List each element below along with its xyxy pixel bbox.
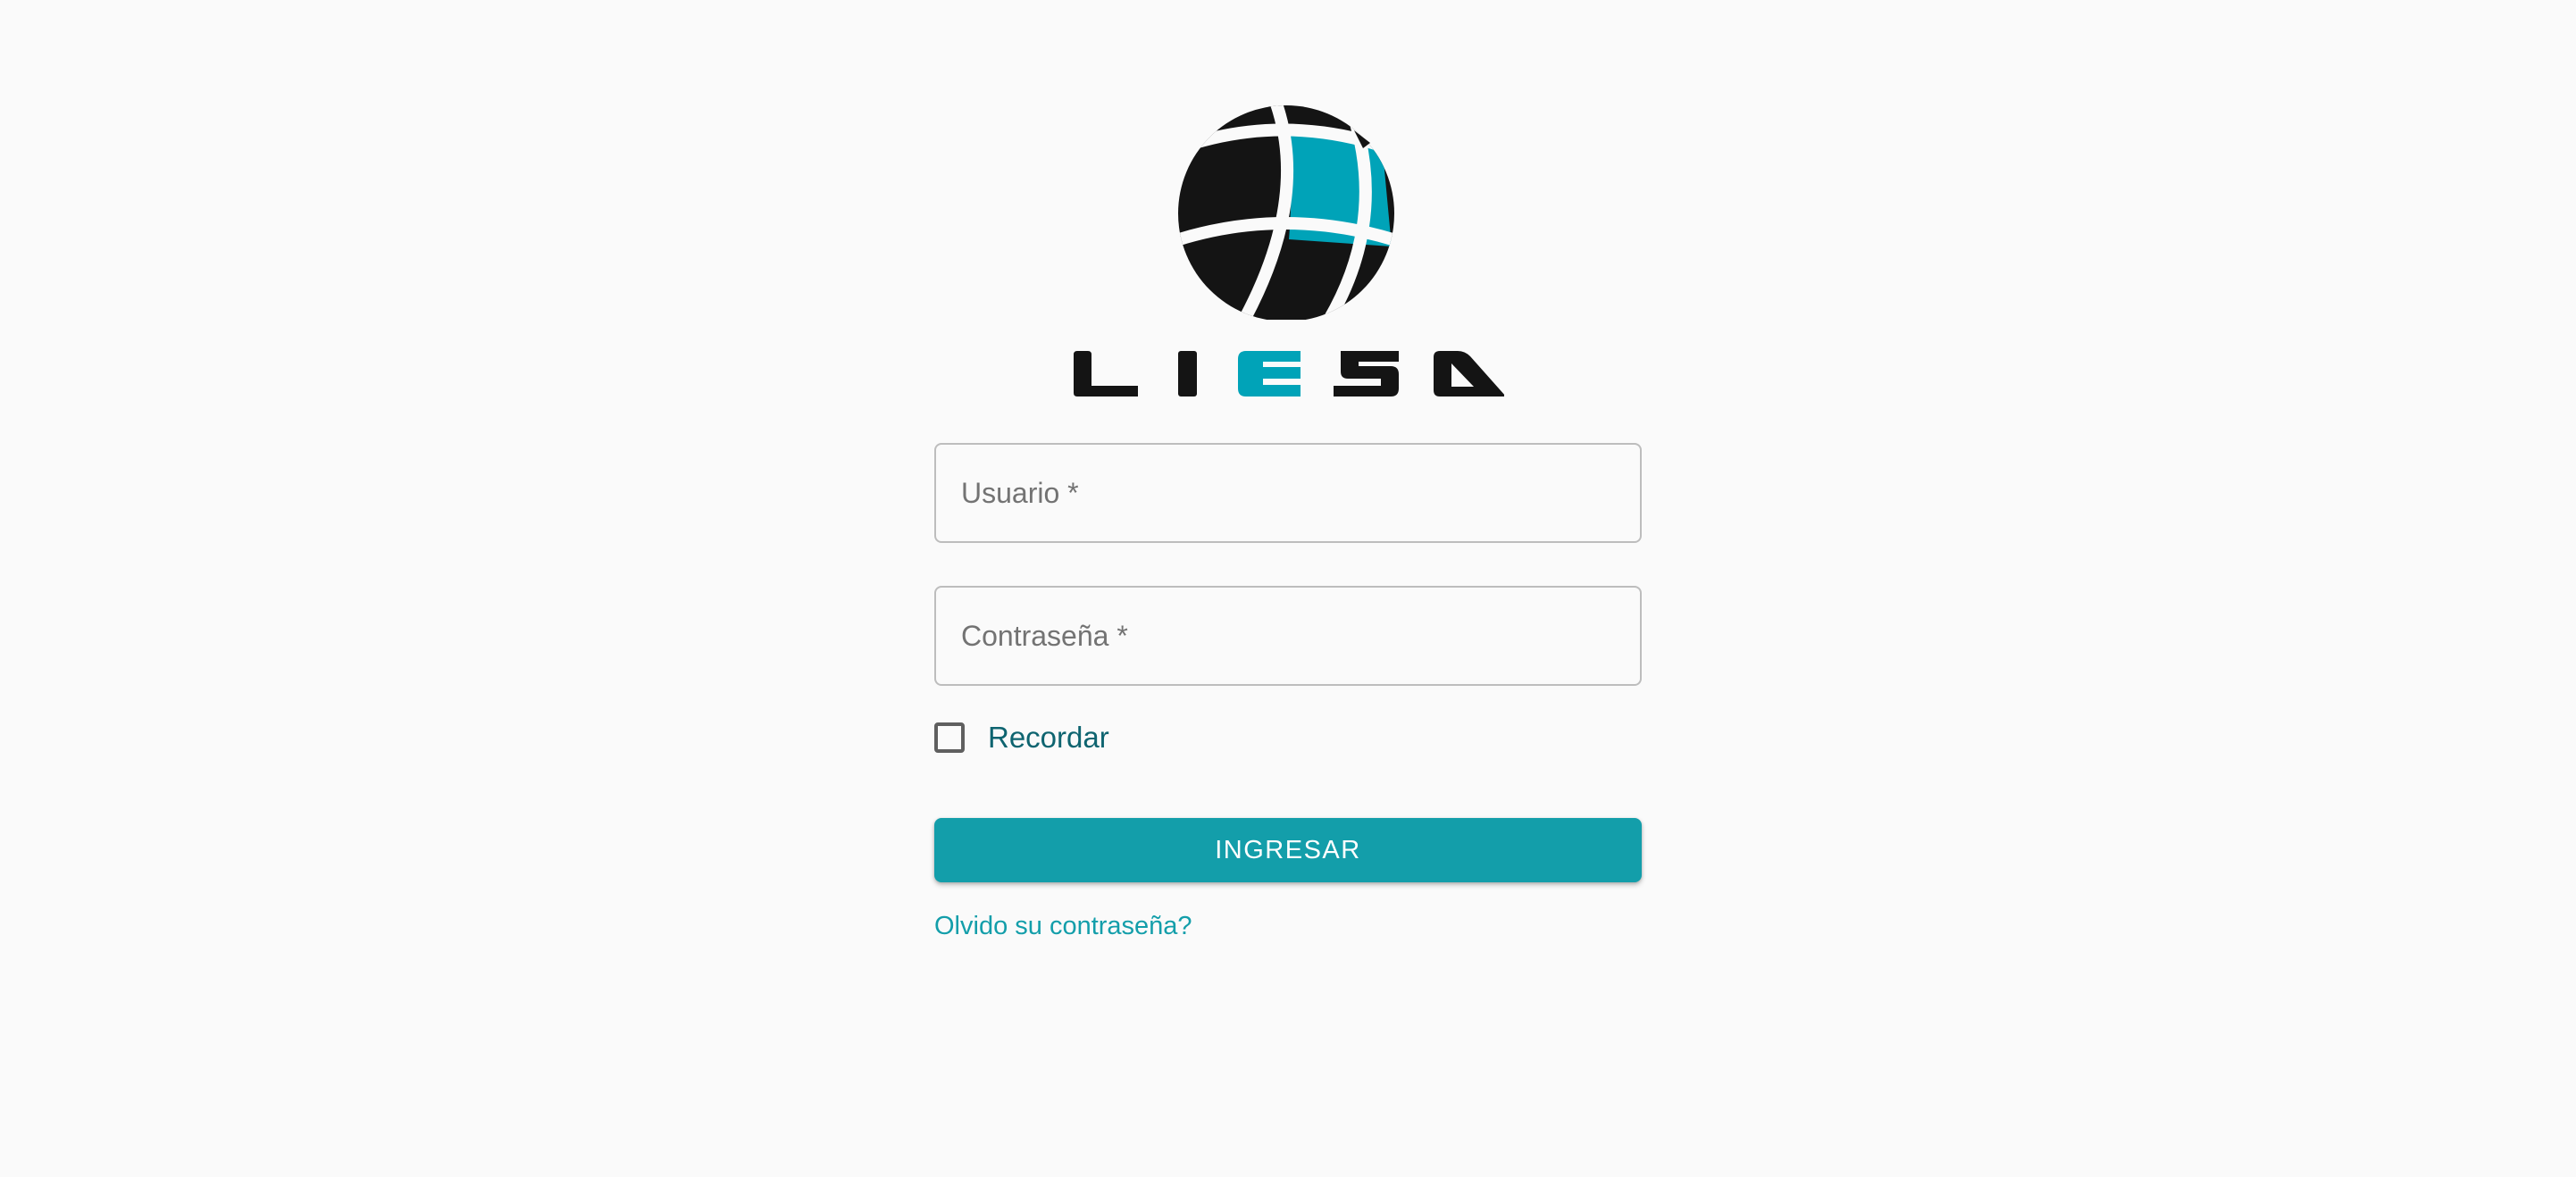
login-page: Recordar INGRESAR Olvido su contraseña? (0, 0, 2576, 1177)
liesa-globe-logo (1178, 105, 1394, 320)
password-field[interactable] (934, 586, 1642, 686)
password-input[interactable] (936, 588, 1640, 684)
liesa-wordmark-logo (1074, 351, 1504, 397)
remember-label: Recordar (988, 721, 1109, 754)
remember-checkbox[interactable] (934, 722, 965, 753)
username-field[interactable] (934, 443, 1642, 543)
username-input[interactable] (936, 445, 1640, 541)
forgot-password-link[interactable]: Olvido su contraseña? (934, 912, 1192, 941)
login-button[interactable]: INGRESAR (934, 818, 1642, 882)
remember-me-option[interactable]: Recordar (934, 718, 1109, 757)
